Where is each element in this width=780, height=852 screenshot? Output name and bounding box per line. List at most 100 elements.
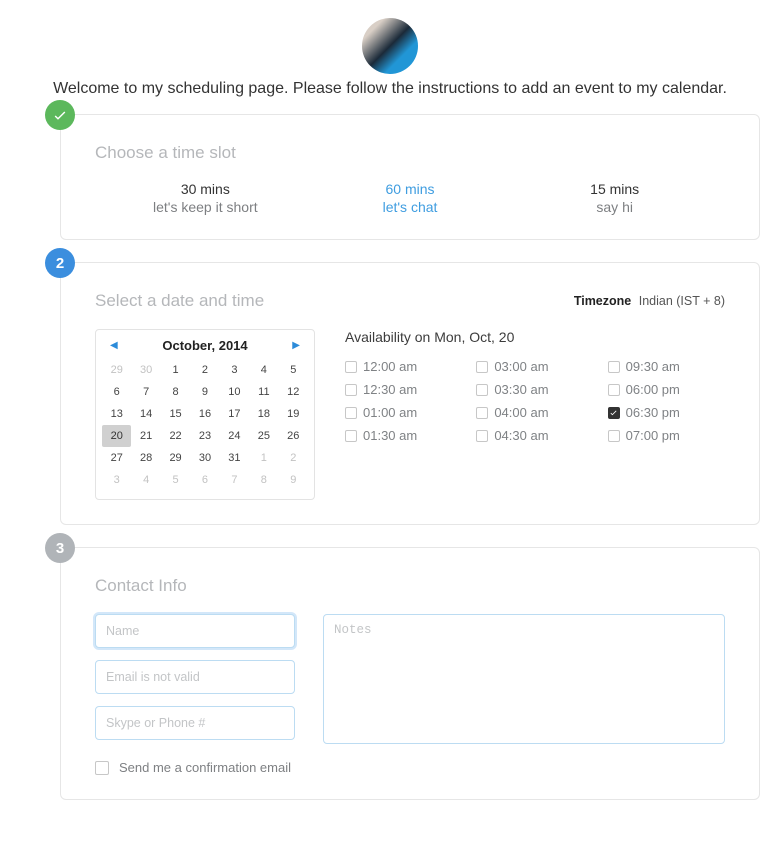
step-1-title: Choose a time slot bbox=[95, 143, 725, 163]
checkbox-icon bbox=[345, 361, 357, 373]
time-label: 06:30 pm bbox=[626, 405, 680, 420]
calendar-day[interactable]: 20 bbox=[102, 425, 131, 447]
timezone[interactable]: Timezone Indian (IST + 8) bbox=[574, 294, 725, 308]
time-slot-0[interactable]: 30 mins let's keep it short bbox=[103, 181, 308, 215]
checkbox-icon bbox=[608, 430, 620, 442]
time-option[interactable]: 06:30 pm bbox=[608, 405, 725, 420]
calendar-day[interactable]: 14 bbox=[131, 403, 160, 425]
calendar-day[interactable]: 5 bbox=[161, 469, 190, 491]
time-slot-2[interactable]: 15 mins say hi bbox=[512, 181, 717, 215]
phone-input[interactable] bbox=[95, 706, 295, 740]
time-option[interactable]: 03:00 am bbox=[476, 359, 593, 374]
calendar-day[interactable]: 5 bbox=[279, 359, 308, 381]
checkbox-icon bbox=[476, 407, 488, 419]
step-2-title: Select a date and time bbox=[95, 291, 264, 311]
step-1-card: Choose a time slot 30 mins let's keep it … bbox=[60, 114, 760, 240]
availability-title: Availability on Mon, Oct, 20 bbox=[345, 329, 725, 345]
calendar-day[interactable]: 19 bbox=[279, 403, 308, 425]
calendar-day[interactable]: 16 bbox=[190, 403, 219, 425]
checkbox-icon bbox=[608, 361, 620, 373]
calendar-next-icon[interactable]: ▶ bbox=[288, 340, 304, 351]
checkbox-icon bbox=[345, 407, 357, 419]
calendar-day[interactable]: 13 bbox=[102, 403, 131, 425]
calendar-day[interactable]: 1 bbox=[249, 447, 278, 469]
calendar-day[interactable]: 7 bbox=[131, 381, 160, 403]
time-label: 03:00 am bbox=[494, 359, 548, 374]
notes-input[interactable] bbox=[323, 614, 725, 744]
calendar-day[interactable]: 2 bbox=[279, 447, 308, 469]
checkbox-icon bbox=[608, 384, 620, 396]
calendar-day[interactable]: 10 bbox=[220, 381, 249, 403]
confirmation-checkbox[interactable]: Send me a confirmation email bbox=[95, 760, 725, 775]
time-option[interactable]: 07:00 pm bbox=[608, 428, 725, 443]
time-label: 09:30 am bbox=[626, 359, 680, 374]
calendar-day[interactable]: 6 bbox=[102, 381, 131, 403]
calendar-day[interactable]: 9 bbox=[279, 469, 308, 491]
calendar-day[interactable]: 6 bbox=[190, 469, 219, 491]
step-3-card: Contact Info Send me a confirmation emai… bbox=[60, 547, 760, 800]
calendar-day[interactable]: 31 bbox=[220, 447, 249, 469]
email-input[interactable] bbox=[95, 660, 295, 694]
checkbox-icon bbox=[476, 361, 488, 373]
time-label: 01:00 am bbox=[363, 405, 417, 420]
name-input[interactable] bbox=[95, 614, 295, 648]
calendar-day[interactable]: 25 bbox=[249, 425, 278, 447]
slot-sub: let's chat bbox=[308, 199, 513, 215]
calendar-day[interactable]: 22 bbox=[161, 425, 190, 447]
calendar-day[interactable]: 4 bbox=[249, 359, 278, 381]
checkbox-icon bbox=[345, 430, 357, 442]
calendar-day[interactable]: 30 bbox=[131, 359, 160, 381]
confirmation-label: Send me a confirmation email bbox=[119, 760, 291, 775]
slot-duration: 15 mins bbox=[512, 181, 717, 197]
time-option[interactable]: 04:30 am bbox=[476, 428, 593, 443]
time-option[interactable]: 04:00 am bbox=[476, 405, 593, 420]
time-label: 06:00 pm bbox=[626, 382, 680, 397]
calendar-day[interactable]: 23 bbox=[190, 425, 219, 447]
checkbox-icon bbox=[608, 407, 620, 419]
calendar-day[interactable]: 2 bbox=[190, 359, 219, 381]
step-3: 3 Contact Info Send me a confirmation em… bbox=[20, 547, 760, 800]
slot-duration: 30 mins bbox=[103, 181, 308, 197]
slot-sub: say hi bbox=[512, 199, 717, 215]
calendar-day[interactable]: 8 bbox=[249, 469, 278, 491]
calendar-day[interactable]: 28 bbox=[131, 447, 160, 469]
calendar-day[interactable]: 4 bbox=[131, 469, 160, 491]
time-option[interactable]: 01:00 am bbox=[345, 405, 462, 420]
time-option[interactable]: 03:30 am bbox=[476, 382, 593, 397]
calendar-day[interactable]: 7 bbox=[220, 469, 249, 491]
step-2-card: Select a date and time Timezone Indian (… bbox=[60, 262, 760, 525]
calendar-day[interactable]: 18 bbox=[249, 403, 278, 425]
slot-duration: 60 mins bbox=[308, 181, 513, 197]
time-slot-1[interactable]: 60 mins let's chat bbox=[308, 181, 513, 215]
calendar-day[interactable]: 8 bbox=[161, 381, 190, 403]
calendar-day[interactable]: 3 bbox=[102, 469, 131, 491]
slot-sub: let's keep it short bbox=[103, 199, 308, 215]
calendar-day[interactable]: 21 bbox=[131, 425, 160, 447]
calendar-day[interactable]: 27 bbox=[102, 447, 131, 469]
time-option[interactable]: 09:30 am bbox=[608, 359, 725, 374]
step-1: Choose a time slot 30 mins let's keep it … bbox=[20, 114, 760, 240]
availability: Availability on Mon, Oct, 20 12:00 am 03:… bbox=[345, 329, 725, 500]
checkbox-icon bbox=[95, 761, 109, 775]
time-option[interactable]: 12:30 am bbox=[345, 382, 462, 397]
calendar-day[interactable]: 29 bbox=[102, 359, 131, 381]
step-3-title: Contact Info bbox=[95, 576, 725, 596]
calendar-day[interactable]: 12 bbox=[279, 381, 308, 403]
step-1-badge-check-icon bbox=[45, 100, 75, 130]
calendar-day[interactable]: 3 bbox=[220, 359, 249, 381]
calendar-day[interactable]: 29 bbox=[161, 447, 190, 469]
calendar-day[interactable]: 30 bbox=[190, 447, 219, 469]
calendar-prev-icon[interactable]: ◀ bbox=[106, 340, 122, 351]
calendar-day[interactable]: 1 bbox=[161, 359, 190, 381]
calendar-day[interactable]: 26 bbox=[279, 425, 308, 447]
time-label: 12:30 am bbox=[363, 382, 417, 397]
calendar-day[interactable]: 17 bbox=[220, 403, 249, 425]
calendar: ◀ October, 2014 ▶ 2930123456789101112131… bbox=[95, 329, 315, 500]
time-option[interactable]: 06:00 pm bbox=[608, 382, 725, 397]
calendar-day[interactable]: 11 bbox=[249, 381, 278, 403]
time-option[interactable]: 01:30 am bbox=[345, 428, 462, 443]
calendar-day[interactable]: 15 bbox=[161, 403, 190, 425]
calendar-day[interactable]: 24 bbox=[220, 425, 249, 447]
calendar-day[interactable]: 9 bbox=[190, 381, 219, 403]
time-option[interactable]: 12:00 am bbox=[345, 359, 462, 374]
